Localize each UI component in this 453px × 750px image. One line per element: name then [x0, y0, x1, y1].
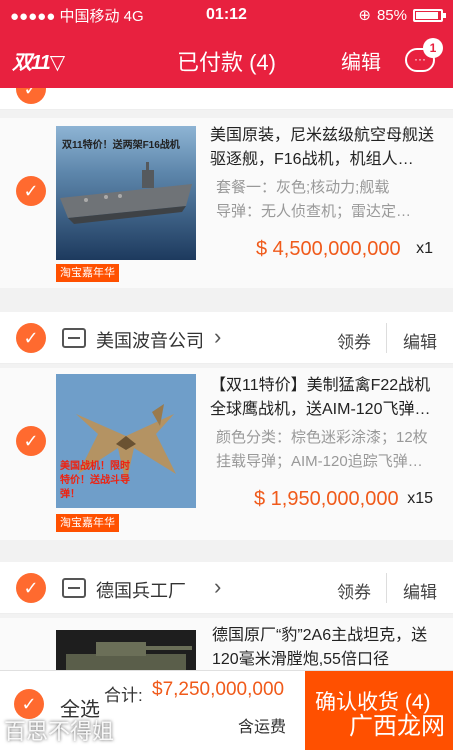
- item-checkbox[interactable]: ✓: [16, 426, 46, 456]
- thumbnail-caption: 双11特价！送两架F16战机: [62, 140, 180, 151]
- page-title: 已付款 (4): [176, 50, 276, 75]
- aircraft-carrier-thumbnail[interactable]: 双11特价！送两架F16战机: [56, 126, 196, 260]
- list-item[interactable]: ✓ 美国战机！限时特价！送战斗导弹！ 淘宝嘉年华 【双11特价】美制猛禽F22战…: [0, 368, 453, 540]
- shop-checkbox[interactable]: ✓: [16, 323, 46, 353]
- message-count-badge: 1: [423, 38, 443, 58]
- orientation-lock-icon: ⊕: [358, 7, 371, 24]
- coupon-button[interactable]: 领券: [337, 578, 371, 603]
- chevron-right-icon[interactable]: ›: [214, 574, 221, 600]
- shop-row-partial: ✓: [0, 88, 453, 110]
- shop-name[interactable]: 美国波音公司: [96, 327, 204, 353]
- watermark-left: 百思不得姐: [4, 719, 115, 744]
- top-bar: ●●●●● 中国移动 4G 01:12 ⊕ 85% 双11▽ 已付款 (4) 编…: [0, 0, 453, 88]
- tank-thumbnail[interactable]: [56, 630, 196, 670]
- item-title[interactable]: 美国原装，尼米兹级航空母舰送驱逐舰，F16战机，机组人…: [210, 124, 443, 172]
- edit-button[interactable]: 编辑: [341, 46, 381, 75]
- item-sku-line-2: 挂载导弹；AIM-120追踪飞弹…: [216, 453, 423, 470]
- divider: [386, 573, 387, 603]
- coupon-button[interactable]: 领券: [337, 328, 371, 353]
- item-price: $ 1,950,000,000: [254, 488, 399, 510]
- total-value: $7,250,000,000: [152, 679, 285, 700]
- fighter-jet-thumbnail[interactable]: 美国战机！限时特价！送战斗导弹！: [56, 374, 196, 508]
- shop-checkbox[interactable]: ✓: [16, 88, 46, 104]
- messages-button[interactable]: ··· 1: [405, 38, 443, 74]
- promo-tag: 淘宝嘉年华: [56, 264, 119, 282]
- item-quantity: x1: [416, 240, 433, 257]
- divider: [386, 323, 387, 353]
- item-checkbox[interactable]: ✓: [16, 176, 46, 206]
- item-price: $ 4,500,000,000: [256, 238, 401, 260]
- shop-row[interactable]: ✓ 德国兵工厂 › 领券 编辑: [0, 562, 453, 614]
- shipping-note: 含运费: [238, 719, 287, 736]
- battery-icon: [413, 8, 446, 22]
- item-sku-line-2: 导弹：无人侦查机；雷达定…: [216, 203, 412, 220]
- store-icon: [62, 578, 86, 598]
- battery-percent: 85%: [376, 6, 407, 24]
- shop-row[interactable]: ✓ 美国波音公司 › 领券 编辑: [0, 312, 453, 364]
- order-list[interactable]: ✓ ✓ 双11特价！送两架F16战机 淘宝嘉年华 美国原装，尼米兹级航空母舰送驱…: [0, 88, 453, 670]
- total-label: 合计:: [104, 686, 143, 705]
- shop-edit-button[interactable]: 编辑: [403, 578, 437, 603]
- item-title[interactable]: 【双11特价】美制猛禽F22战机全球鹰战机，送AIM-120飞弹…: [210, 374, 443, 422]
- list-item[interactable]: 德国原厂“豹”2A6主战坦克，送120毫米滑膛炮,55倍口径Rh120…: [0, 618, 453, 670]
- list-item[interactable]: ✓ 双11特价！送两架F16战机 淘宝嘉年华 美国原装，尼米兹级航空母舰送驱逐舰…: [0, 118, 453, 288]
- promo-tag: 淘宝嘉年华: [56, 514, 119, 532]
- item-sku-line-1: 套餐一：灰色;核动力;舰载: [216, 179, 390, 196]
- item-title[interactable]: 德国原厂“豹”2A6主战坦克，送120毫米滑膛炮,55倍口径Rh120…: [212, 624, 443, 670]
- store-icon: [62, 328, 86, 348]
- chevron-right-icon[interactable]: ›: [214, 324, 221, 350]
- thumbnail-caption: 美国战机！限时特价！送战斗导弹！: [60, 461, 130, 500]
- carrier-text: ●●●●● 中国移动 4G: [10, 7, 144, 25]
- shop-checkbox[interactable]: ✓: [16, 573, 46, 603]
- shop-name[interactable]: 德国兵工厂: [96, 577, 186, 603]
- page-header: 双11▽ 已付款 (4) 编辑 ··· 1: [0, 30, 453, 88]
- watermark-right: 广西龙网: [349, 713, 445, 740]
- status-bar: ●●●●● 中国移动 4G 01:12 ⊕ 85%: [0, 0, 453, 30]
- item-quantity: x15: [407, 490, 433, 507]
- item-sku-line-1: 颜色分类：棕色迷彩涂漆；12枚: [216, 429, 428, 446]
- shop-edit-button[interactable]: 编辑: [403, 328, 437, 353]
